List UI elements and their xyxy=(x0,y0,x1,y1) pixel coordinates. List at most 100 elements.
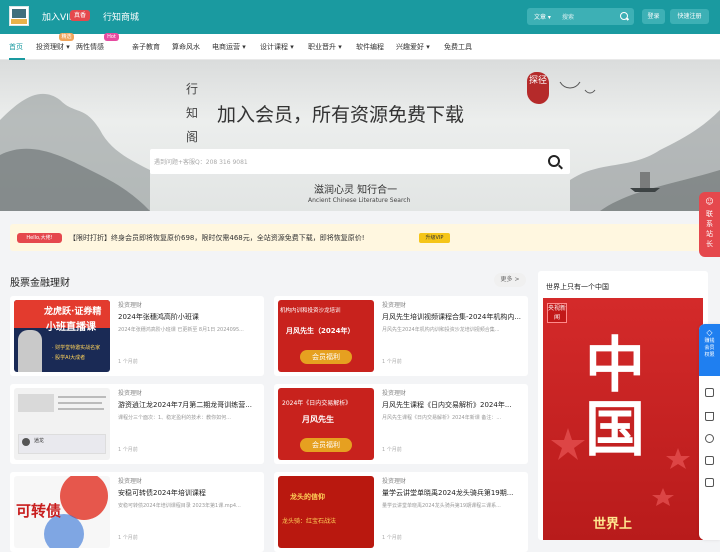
thumb-text: 会员福利 xyxy=(300,350,352,364)
vip-perks-label: 赚钱会员权限 xyxy=(704,338,715,358)
list-item[interactable]: 2024年《日内交易解析》 月风先生 会员福利 投资理财 月风先生课程《日内交易… xyxy=(274,384,528,464)
card-time: 1 个月前 xyxy=(118,359,138,365)
thumb-text: 机构内训和投资沙龙培训 xyxy=(280,308,341,314)
card-category[interactable]: 投资理财 xyxy=(118,388,142,397)
card-desc: 量学云讲堂单晓禹2024龙头骑兵第19期课程三课系... xyxy=(382,503,501,509)
cctv-news-logo: 央视新闻 xyxy=(547,303,567,323)
hero-slogan: 滋润心灵 知行合一 xyxy=(314,185,398,196)
card-title[interactable]: 安稳可转债2024年培训课程 xyxy=(118,488,260,498)
card-thumbnail[interactable]: 逍龙 xyxy=(14,388,110,460)
list-item[interactable]: 逍龙 投资理财 游资逍江龙2024年7月第二期龙哥训练营... 课程分三个面次：… xyxy=(10,384,264,464)
thumb-text: 龙头的信仰 xyxy=(290,493,325,501)
hero-slogan-en: Ancient Chinese Literature Search xyxy=(308,197,411,204)
card-desc: 安稳可转债2024年培训课程目录 2023年第1课.mp4... xyxy=(118,503,241,509)
search-icon[interactable] xyxy=(620,12,628,20)
top-bar: 加入VIP 真香 行知商城 文章 ▾ 搜索 登录 快速注册 xyxy=(0,0,720,34)
hero-search-bar[interactable]: 遇到问题+客服Q：208 316 9081 xyxy=(150,149,570,174)
nav-tag-featured: 精选 xyxy=(59,33,74,41)
card-thumbnail[interactable]: 机构内训和投资沙龙培训 月风先生（2024年） 会员福利 xyxy=(278,300,374,372)
card-title[interactable]: 游资逍江龙2024年7月第二期龙哥训练营... xyxy=(118,400,260,410)
main-nav: 首页 投资理财 ▾ 精选 两性情感 Hot 亲子教育 算命风水 电商运营 ▾ 设… xyxy=(0,33,720,88)
section-title: 股票金融理财 xyxy=(10,278,70,289)
card-title[interactable]: 量学云讲堂单晓禹2024龙头骑兵第19期... xyxy=(382,488,524,498)
card-thumbnail[interactable]: 龙头的信仰 龙头骑：红宝石战法 xyxy=(278,476,374,548)
nav-item-programming[interactable]: 软件编程 xyxy=(356,42,384,52)
doc-icon[interactable] xyxy=(705,388,714,397)
card-time: 1 个月前 xyxy=(382,359,402,365)
thumb-text: 龙头骑：红宝石战法 xyxy=(282,518,337,525)
thumb-text: 2024年《日内交易解析》 xyxy=(282,400,352,407)
card-title[interactable]: 月风先生课程《日内交易解析》2024年... xyxy=(382,400,524,410)
card-category[interactable]: 投资理财 xyxy=(118,300,142,309)
more-button[interactable]: 更多 > xyxy=(494,273,526,287)
nav-item-free-tools[interactable]: 免费工具 xyxy=(444,42,472,52)
list-item[interactable]: 机构内训和投资沙龙培训 月风先生（2024年） 会员福利 投资理财 月风先生培训… xyxy=(274,296,528,376)
card-category[interactable]: 投资理财 xyxy=(118,476,142,485)
mall-link[interactable]: 行知商城 xyxy=(103,10,139,23)
search-category-select[interactable]: 文章 ▾ xyxy=(534,12,551,21)
chat-icon[interactable] xyxy=(705,456,714,465)
nav-item-home[interactable]: 首页 xyxy=(9,42,23,52)
cart-icon[interactable] xyxy=(705,412,714,421)
card-desc: 2024年张穗鸿高阶小班课 已更新至 8月1日 2024095... xyxy=(118,327,244,333)
hero-search-input[interactable]: 遇到问题+客服Q：208 316 9081 xyxy=(154,157,248,166)
vip-badge: 真香 xyxy=(70,10,90,21)
thumb-text: 月风先生 xyxy=(302,415,334,424)
thumb-text: · 股学AI大成者 xyxy=(52,355,86,361)
nav-item-design[interactable]: 设计课程 ▾ xyxy=(260,42,294,52)
notice-text[interactable]: 【限时打折】终身会员即将恢复原价698，限时仅需468元，全站资源免费下载，即将… xyxy=(69,233,365,243)
header-search[interactable]: 文章 ▾ 搜索 xyxy=(527,8,634,25)
register-button[interactable]: 快速注册 xyxy=(670,9,709,24)
thumb-text: 会员福利 xyxy=(300,438,352,452)
login-button[interactable]: 登录 xyxy=(642,9,665,24)
nav-item-career[interactable]: 职业晋升 ▾ xyxy=(308,42,342,52)
thumb-text: 月风先生（2024年） xyxy=(286,327,355,335)
person-photo xyxy=(18,330,42,372)
nav-item-ecommerce[interactable]: 电商运营 ▾ xyxy=(212,42,246,52)
search-icon[interactable] xyxy=(548,155,560,167)
thumb-text: 小班直播课 xyxy=(46,322,96,333)
card-category[interactable]: 投资理财 xyxy=(382,476,406,485)
vip-perks-button[interactable]: ◇ 赚钱会员权限 xyxy=(699,324,720,376)
thumb-text: 龙虎跃·证券精 xyxy=(44,307,102,317)
card-category[interactable]: 投资理财 xyxy=(382,300,406,309)
card-title[interactable]: 月风先生培训视频课程合集-2024年机构内... xyxy=(382,312,524,322)
diamond-icon: ◇ xyxy=(706,328,713,337)
nav-item-parenting[interactable]: 亲子教育 xyxy=(132,42,160,52)
nav-tag-hot: Hot xyxy=(104,33,119,41)
contact-label: 联系站长 xyxy=(706,210,713,248)
thumb-text: · 财学堂特邀实战名家 xyxy=(52,345,101,351)
search-input[interactable]: 搜索 xyxy=(562,12,574,21)
card-thumbnail[interactable]: 龙虎跃·证券精 小班直播课 · 财学堂特邀实战名家 · 股学AI大成者 xyxy=(14,300,110,372)
notice-badge: Hello,大佬! xyxy=(17,233,62,243)
site-logo[interactable] xyxy=(9,6,29,26)
search-icon[interactable] xyxy=(705,434,714,443)
card-thumbnail[interactable]: 可转债 xyxy=(14,476,110,548)
list-item[interactable]: 可转债 投资理财 安稳可转债2024年培训课程 安稳可转债2024年培训课程目录… xyxy=(10,472,264,552)
poster-headline: 中国 xyxy=(585,331,645,465)
card-time: 1 个月前 xyxy=(118,447,138,453)
card-desc: 月风先生2024年机构内训和投资沙龙培训视频合集... xyxy=(382,327,500,333)
nav-item-fengshui[interactable]: 算命风水 xyxy=(172,42,200,52)
thumb-image xyxy=(18,394,54,412)
contact-admin-button[interactable]: ☺ 联系站长 xyxy=(699,192,720,257)
sidebar-title: 世界上只有一个中国 xyxy=(546,283,609,291)
card-category[interactable]: 投资理财 xyxy=(382,388,406,397)
list-item[interactable]: 龙头的信仰 龙头骑：红宝石战法 投资理财 量学云讲堂单晓禹2024龙头骑兵第19… xyxy=(274,472,528,552)
list-item[interactable]: 龙虎跃·证券精 小班直播课 · 财学堂特邀实战名家 · 股学AI大成者 投资理财… xyxy=(10,296,264,376)
smile-icon: ☺ xyxy=(705,197,714,206)
nav-item-invest[interactable]: 投资理财 ▾ xyxy=(36,42,70,52)
nav-item-hobbies[interactable]: 兴趣爱好 ▾ xyxy=(396,42,430,52)
hero-title: 加入会员，所有资源免费下载 xyxy=(217,104,465,126)
card-desc: 月风先生课程《日内交易解析》2024年新课 备注：... xyxy=(382,415,502,421)
sidebar-poster[interactable]: 央视新闻 中国 世界上 xyxy=(543,298,703,540)
settings-icon[interactable] xyxy=(705,478,714,487)
card-desc: 课程分三个面次：1、稳定盈利的技术：教你如何... xyxy=(118,415,231,421)
card-thumbnail[interactable]: 2024年《日内交易解析》 月风先生 会员福利 xyxy=(278,388,374,460)
promo-notice: Hello,大佬! 【限时打折】终身会员即将恢复原价698，限时仅需468元，全… xyxy=(10,224,708,251)
nav-item-relationship[interactable]: 两性情感 xyxy=(76,42,104,52)
upgrade-vip-button[interactable]: 升级VIP xyxy=(419,233,450,243)
hero-banner: 行知阁 加入会员，所有资源免费下载 探径 遇到问题+客服Q：208 316 90… xyxy=(0,60,720,211)
thumb-text: 可转债 xyxy=(16,502,62,520)
card-title[interactable]: 2024年张穗鸿高阶小班课 xyxy=(118,312,260,322)
